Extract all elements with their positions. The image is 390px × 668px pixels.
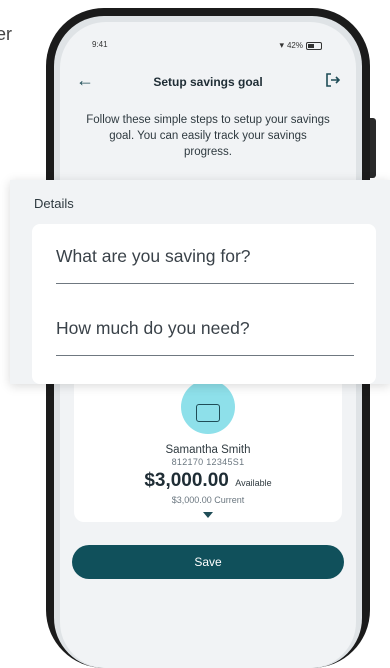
status-bar: 9:41 ▾ 42%	[60, 40, 356, 54]
available-label: Available	[235, 478, 272, 488]
card-icon	[196, 404, 220, 422]
saving-purpose-field[interactable]: What are you saving for?	[56, 246, 354, 284]
background-text-fragment: er	[0, 24, 13, 44]
details-form-card: What are you saving for? How much do you…	[32, 224, 376, 384]
account-balance-row: $3,000.00 Available	[74, 470, 342, 492]
current-balance: $3,000.00 Current	[171, 495, 245, 505]
nav-bar: ← Setup savings goal	[60, 70, 356, 94]
status-time: 9:41	[92, 40, 108, 49]
details-title: Details	[34, 196, 74, 211]
chevron-down-icon[interactable]	[203, 512, 213, 518]
field-underline	[56, 283, 354, 284]
field-underline	[56, 355, 354, 356]
account-balance: $3,000.00	[144, 470, 229, 491]
battery-icon	[306, 41, 322, 50]
amount-needed-field[interactable]: How much do you need?	[56, 318, 354, 356]
account-name: Samantha Smith	[165, 444, 251, 456]
details-panel: Details What are you saving for? How muc…	[10, 180, 390, 384]
wifi-icon: ▾	[279, 40, 284, 50]
logout-icon[interactable]	[324, 71, 342, 89]
status-indicators: ▾ 42%	[279, 40, 322, 51]
intro-text: Follow these simple steps to setup your …	[86, 114, 330, 158]
save-button[interactable]: Save	[72, 545, 344, 579]
phone-side-button	[370, 118, 376, 178]
battery-percent: 42%	[286, 41, 303, 50]
page-title: Setup savings goal	[153, 75, 263, 89]
saving-purpose-placeholder: What are you saving for?	[56, 246, 251, 266]
amount-needed-placeholder: How much do you need?	[56, 318, 250, 338]
account-number: 812170 12345S1	[171, 457, 245, 467]
